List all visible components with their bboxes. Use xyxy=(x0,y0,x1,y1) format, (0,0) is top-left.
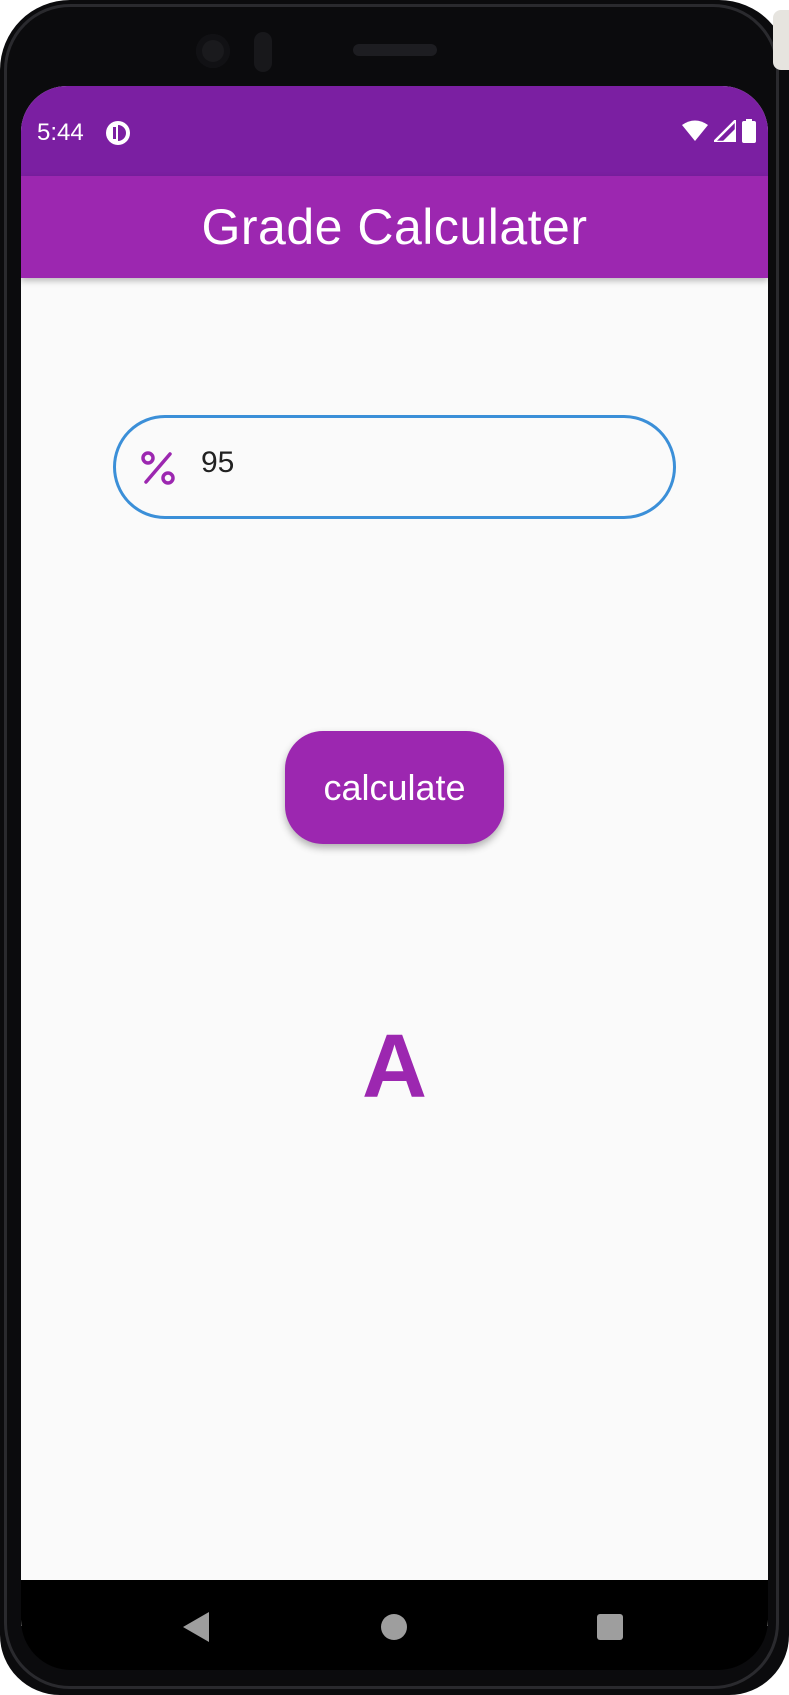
home-icon[interactable] xyxy=(381,1614,407,1640)
page-title: Grade Calculater xyxy=(201,199,588,255)
app-notification-icon xyxy=(106,121,130,145)
proximity-sensor xyxy=(254,32,272,72)
front-camera xyxy=(196,34,230,68)
side-edge xyxy=(773,10,789,70)
calculate-button[interactable]: calculate xyxy=(285,731,504,844)
wifi-icon xyxy=(682,120,708,141)
screen: 5:44 Grade Calculater 95 calculate A xyxy=(21,86,768,1626)
percent-field[interactable] xyxy=(113,415,676,519)
grade-result: A xyxy=(362,1017,427,1117)
app-bar: Grade Calculater xyxy=(21,176,768,278)
phone-frame: 5:44 Grade Calculater 95 calculate A xyxy=(0,0,789,1695)
battery-icon xyxy=(742,119,756,143)
status-icons xyxy=(682,119,756,143)
earpiece-speaker xyxy=(353,44,437,56)
back-icon[interactable] xyxy=(181,1610,211,1644)
navigation-bar xyxy=(21,1580,768,1670)
cell-signal-icon xyxy=(714,120,736,142)
status-bar: 5:44 xyxy=(21,86,768,176)
percent-icon xyxy=(141,451,175,485)
percent-input[interactable] xyxy=(201,446,641,480)
status-time: 5:44 xyxy=(37,119,84,146)
recents-icon[interactable] xyxy=(597,1614,623,1640)
